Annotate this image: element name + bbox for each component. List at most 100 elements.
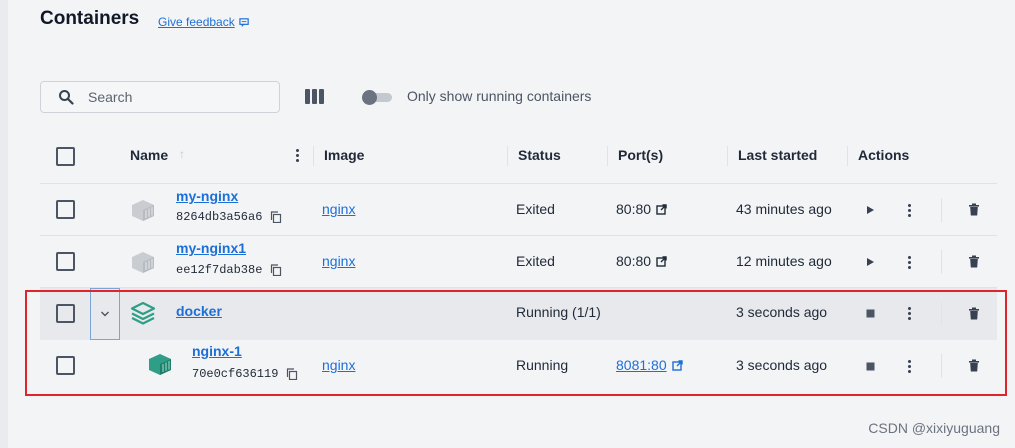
feedback-icon bbox=[239, 17, 249, 27]
group-name-link[interactable]: docker bbox=[176, 303, 222, 319]
search-field[interactable] bbox=[40, 81, 280, 113]
port-text[interactable]: 8081:80 bbox=[616, 357, 667, 373]
running-only-label: Only show running containers bbox=[407, 88, 592, 104]
columns-icon-bar bbox=[312, 89, 317, 104]
action-divider bbox=[941, 250, 942, 274]
header-divider bbox=[727, 146, 728, 166]
trash-icon bbox=[969, 203, 979, 215]
row-checkbox[interactable] bbox=[56, 252, 75, 271]
table-header: Name ↑ Image Status Port(s) Last started… bbox=[40, 126, 997, 184]
expand-group-button[interactable] bbox=[90, 288, 120, 340]
stack-icon bbox=[130, 301, 156, 325]
delete-button[interactable] bbox=[966, 201, 982, 217]
columns-icon-bar bbox=[319, 89, 324, 104]
more-actions-button[interactable] bbox=[901, 305, 917, 321]
page-title: Containers bbox=[40, 8, 140, 29]
give-feedback-link[interactable]: Give feedback bbox=[158, 15, 250, 29]
external-link-icon[interactable] bbox=[656, 203, 667, 215]
status-text: Exited bbox=[516, 201, 555, 217]
trash-icon bbox=[969, 255, 979, 267]
last-started-text: 43 minutes ago bbox=[736, 201, 832, 217]
header-last-started[interactable]: Last started bbox=[738, 147, 817, 163]
header-ports[interactable]: Port(s) bbox=[618, 147, 663, 163]
port-text: 80:80 bbox=[616, 253, 652, 269]
group-status-text: Running (1/1) bbox=[516, 304, 601, 320]
header-divider bbox=[607, 146, 608, 166]
toggle-knob bbox=[362, 90, 377, 105]
last-started-text: 3 seconds ago bbox=[736, 357, 828, 373]
table-row-child[interactable]: nginx-1 70e0cf636119 nginx Running 8081:… bbox=[40, 340, 997, 391]
image-link[interactable]: nginx bbox=[322, 201, 355, 217]
header-name[interactable]: Name bbox=[130, 147, 168, 163]
table-row[interactable]: my-nginx 8264db3a56a6 nginx Exited 80:80… bbox=[40, 184, 997, 236]
container-icon bbox=[132, 200, 154, 221]
name-column-menu-icon[interactable] bbox=[292, 146, 302, 164]
copy-icon[interactable] bbox=[270, 264, 282, 276]
more-actions-button[interactable] bbox=[901, 202, 917, 218]
start-button[interactable] bbox=[862, 254, 878, 270]
delete-button[interactable] bbox=[966, 253, 982, 269]
copy-icon[interactable] bbox=[286, 368, 298, 380]
more-actions-button[interactable] bbox=[901, 358, 917, 374]
header-divider bbox=[507, 146, 508, 166]
table-row[interactable]: my-nginx1 ee12f7dab38e nginx Exited 80:8… bbox=[40, 236, 997, 288]
left-sidebar-edge bbox=[0, 0, 8, 448]
delete-button[interactable] bbox=[966, 305, 982, 321]
search-icon bbox=[59, 90, 74, 105]
header-divider bbox=[847, 146, 848, 166]
header-actions: Actions bbox=[858, 147, 910, 163]
containers-table: Name ↑ Image Status Port(s) Last started… bbox=[40, 126, 997, 391]
last-started-text: 3 seconds ago bbox=[736, 304, 828, 320]
port-mapping: 80:80 bbox=[616, 253, 667, 269]
row-checkbox[interactable] bbox=[56, 304, 75, 323]
container-id-text: 8264db3a56a6 bbox=[176, 210, 263, 224]
stop-icon bbox=[866, 362, 874, 370]
port-link[interactable]: 8081:80 bbox=[616, 357, 683, 373]
sort-arrow-icon[interactable]: ↑ bbox=[179, 147, 185, 161]
container-icon bbox=[132, 252, 154, 273]
container-id: ee12f7dab38e bbox=[176, 263, 282, 277]
row-checkbox[interactable] bbox=[56, 356, 75, 375]
start-button[interactable] bbox=[862, 202, 878, 218]
running-only-toggle[interactable] bbox=[362, 90, 392, 105]
external-link-icon[interactable] bbox=[656, 255, 667, 267]
header-status[interactable]: Status bbox=[518, 147, 561, 163]
image-link[interactable]: nginx bbox=[322, 357, 355, 373]
container-name-link[interactable]: nginx-1 bbox=[192, 343, 242, 359]
more-actions-button[interactable] bbox=[901, 254, 917, 270]
copy-icon[interactable] bbox=[270, 211, 282, 223]
watermark: CSDN @xixiyuguang bbox=[868, 420, 1000, 436]
container-id: 8264db3a56a6 bbox=[176, 210, 282, 224]
select-all-checkbox[interactable] bbox=[56, 147, 75, 166]
chevron-down-icon bbox=[101, 311, 109, 317]
trash-icon bbox=[969, 359, 979, 371]
row-checkbox[interactable] bbox=[56, 200, 75, 219]
action-divider bbox=[941, 198, 942, 222]
port-text: 80:80 bbox=[616, 201, 652, 217]
action-divider bbox=[941, 354, 942, 378]
image-link[interactable]: nginx bbox=[322, 253, 355, 269]
header-image[interactable]: Image bbox=[324, 147, 364, 163]
container-name-link[interactable]: my-nginx1 bbox=[176, 240, 246, 256]
external-link-icon[interactable] bbox=[671, 359, 683, 371]
play-icon bbox=[867, 258, 874, 266]
container-name-link[interactable]: my-nginx bbox=[176, 188, 238, 204]
compose-group-row[interactable]: docker Running (1/1) 3 seconds ago bbox=[40, 288, 997, 340]
play-icon bbox=[867, 206, 874, 214]
header-divider bbox=[313, 146, 314, 166]
status-text: Exited bbox=[516, 253, 555, 269]
give-feedback-label: Give feedback bbox=[158, 15, 235, 29]
stop-button[interactable] bbox=[862, 358, 878, 374]
search-input[interactable] bbox=[88, 89, 258, 105]
columns-icon bbox=[305, 89, 310, 104]
container-icon bbox=[149, 354, 171, 375]
columns-button[interactable] bbox=[305, 89, 325, 105]
stop-icon bbox=[866, 309, 874, 317]
stop-button[interactable] bbox=[862, 305, 878, 321]
delete-button[interactable] bbox=[966, 357, 982, 373]
port-mapping: 80:80 bbox=[616, 201, 667, 217]
last-started-text: 12 minutes ago bbox=[736, 253, 832, 269]
container-id-text: ee12f7dab38e bbox=[176, 263, 263, 277]
action-divider bbox=[941, 302, 942, 326]
status-text: Running bbox=[516, 357, 569, 373]
